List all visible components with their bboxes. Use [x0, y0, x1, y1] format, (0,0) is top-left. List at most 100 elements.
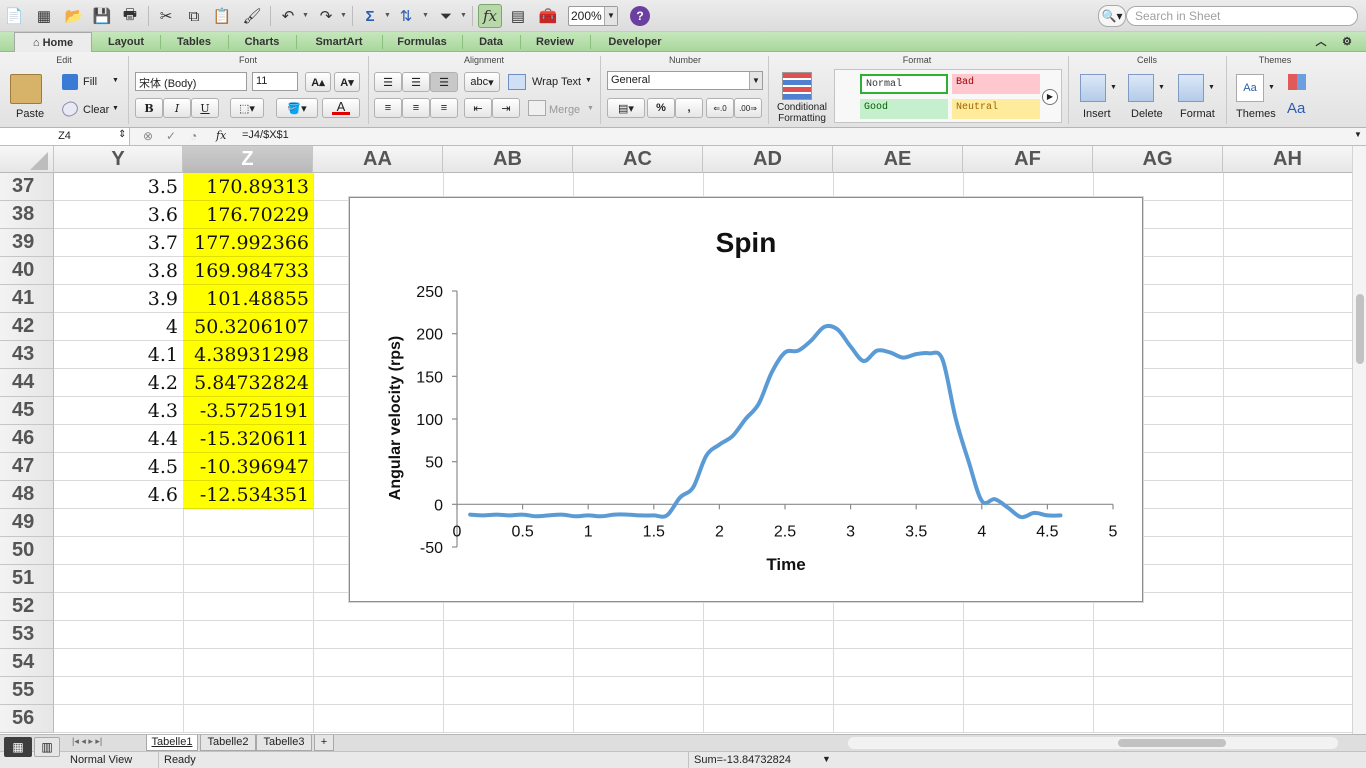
horizontal-scroll-thumb[interactable] — [1118, 739, 1226, 747]
cell-z[interactable]: 177.992366 — [183, 229, 313, 257]
cell-y[interactable]: 4.5 — [54, 453, 182, 481]
cell-y[interactable] — [54, 705, 182, 733]
cut-icon[interactable]: ✂ — [154, 4, 178, 28]
themes-button[interactable]: Themes — [1236, 108, 1276, 120]
normal-view-icon[interactable]: ▦ — [4, 737, 32, 757]
cell-y[interactable] — [54, 649, 182, 677]
row-header[interactable]: 38 — [0, 201, 54, 229]
search-icon[interactable]: 🔍▾ — [1098, 5, 1126, 27]
format-button[interactable]: Format — [1180, 108, 1215, 120]
confirm-icon[interactable]: ✓ — [166, 129, 176, 143]
paste-clipboard-icon[interactable] — [10, 74, 42, 104]
cell-z[interactable]: 5.84732824 — [183, 369, 313, 397]
bold-button[interactable]: B — [135, 98, 163, 118]
fill-icon[interactable] — [62, 74, 78, 90]
increase-indent-icon[interactable]: ⇥ — [492, 98, 520, 118]
cancel-icon[interactable]: ⊗ — [143, 129, 153, 143]
toolbox-icon[interactable]: 🧰 — [536, 4, 560, 28]
vertical-scrollbar[interactable] — [1352, 146, 1366, 734]
style-normal[interactable]: Normal — [860, 74, 948, 94]
fill-button[interactable]: Fill — [83, 76, 97, 88]
help-icon[interactable]: ? — [630, 6, 650, 26]
expand-formula-bar-icon[interactable]: ▼ — [1354, 130, 1362, 139]
row-header[interactable]: 39 — [0, 229, 54, 257]
underline-button[interactable]: U — [191, 98, 219, 118]
filter-dropdown-icon[interactable]: ▼ — [460, 12, 467, 19]
cell-y[interactable] — [54, 677, 182, 705]
theme-colors-icon[interactable] — [1288, 74, 1306, 90]
decrease-font-size-icon[interactable]: A▾ — [334, 72, 360, 92]
copy-icon[interactable]: ⧉ — [182, 4, 206, 28]
tab-review[interactable]: Review — [524, 32, 586, 52]
column-header-ac[interactable]: AC — [573, 146, 703, 173]
cell-y[interactable] — [54, 593, 182, 621]
column-header-z[interactable]: Z — [183, 146, 313, 173]
cell-y[interactable]: 4.4 — [54, 425, 182, 453]
autosum-icon[interactable]: Σ — [358, 4, 382, 28]
italic-button[interactable]: I — [163, 98, 191, 118]
conditional-formatting-button[interactable]: Conditional Formatting — [774, 102, 830, 124]
next-styles-icon[interactable]: ▶ — [1042, 89, 1058, 105]
undo-icon[interactable]: ↶ — [276, 4, 300, 28]
font-size-select[interactable]: 11 — [252, 72, 298, 91]
column-header-af[interactable]: AF — [963, 146, 1093, 173]
insert-dropdown-icon[interactable]: ▼ — [1110, 84, 1117, 91]
sort-icon[interactable]: ⇅ — [394, 4, 418, 28]
column-header-aa[interactable]: AA — [313, 146, 443, 173]
increase-decimal-icon[interactable]: ⇐.0 — [706, 98, 734, 118]
sheet-tab-tabelle2[interactable]: Tabelle2 — [200, 735, 256, 751]
align-left-icon[interactable]: ≡ — [374, 98, 402, 118]
borders-icon[interactable]: ⬚▾ — [230, 98, 264, 118]
cell-y[interactable]: 4 — [54, 313, 182, 341]
cell-y[interactable] — [54, 509, 182, 537]
row-header[interactable]: 43 — [0, 341, 54, 369]
themes-icon[interactable]: Aa — [1236, 74, 1264, 102]
select-all-corner[interactable] — [0, 146, 54, 173]
row-header[interactable]: 45 — [0, 397, 54, 425]
row-header[interactable]: 48 — [0, 481, 54, 509]
open-icon[interactable]: 📂 — [62, 4, 86, 28]
search-input[interactable]: Search in Sheet — [1126, 6, 1358, 26]
merge-dropdown-icon[interactable]: ▼ — [587, 105, 594, 112]
tab-data[interactable]: Data — [466, 32, 516, 52]
cell-y[interactable] — [54, 537, 182, 565]
cell-y[interactable]: 3.7 — [54, 229, 182, 257]
page-layout-view-icon[interactable]: ▥ — [34, 737, 60, 757]
merge-button[interactable]: Merge — [549, 104, 580, 116]
row-header[interactable]: 53 — [0, 621, 54, 649]
sheet-nav-icons[interactable]: |◂ ◂ ▸ ▸| — [72, 736, 102, 747]
sheet-tab-tabelle1[interactable]: Tabelle1 — [146, 735, 198, 751]
delete-button[interactable]: Delete — [1131, 108, 1163, 120]
sum-indicator[interactable]: Sum=-13.84732824 — [694, 754, 791, 766]
cell-z[interactable]: 101.48855 — [183, 285, 313, 313]
row-header[interactable]: 55 — [0, 677, 54, 705]
cell-z[interactable]: 176.70229 — [183, 201, 313, 229]
format-dropdown-icon[interactable]: ▼ — [1208, 84, 1215, 91]
cell-y[interactable]: 4.6 — [54, 481, 182, 509]
row-header[interactable]: 42 — [0, 313, 54, 341]
row-header[interactable]: 49 — [0, 509, 54, 537]
align-middle-icon[interactable]: ☰ — [402, 72, 430, 92]
themes-dropdown-icon[interactable]: ▼ — [1268, 84, 1275, 91]
tab-tables[interactable]: Tables — [164, 32, 224, 52]
tab-layout[interactable]: Layout — [96, 32, 156, 52]
sort-dropdown-icon[interactable]: ▼ — [422, 12, 429, 19]
tab-charts[interactable]: Charts — [232, 32, 292, 52]
row-header[interactable]: 51 — [0, 565, 54, 593]
redo-dropdown-icon[interactable]: ▼ — [340, 12, 347, 19]
align-bottom-icon[interactable]: ☰ — [430, 72, 458, 92]
text-orientation-button[interactable]: abc ▾ — [464, 72, 500, 92]
insert-cells-icon[interactable] — [1080, 74, 1106, 102]
row-header[interactable]: 44 — [0, 369, 54, 397]
row-header[interactable]: 50 — [0, 537, 54, 565]
column-header-ab[interactable]: AB — [443, 146, 573, 173]
paste-label[interactable]: Paste — [16, 108, 44, 120]
cell-y[interactable]: 4.2 — [54, 369, 182, 397]
cell-z[interactable]: -10.396947 — [183, 453, 313, 481]
delete-cells-icon[interactable] — [1128, 74, 1154, 102]
column-header-ah[interactable]: AH — [1223, 146, 1353, 173]
paste-icon[interactable]: 📋 — [210, 4, 234, 28]
zoom-dropdown-icon[interactable]: ▼ — [604, 7, 617, 25]
row-header[interactable]: 46 — [0, 425, 54, 453]
comma-style-button[interactable]: , — [675, 98, 703, 118]
